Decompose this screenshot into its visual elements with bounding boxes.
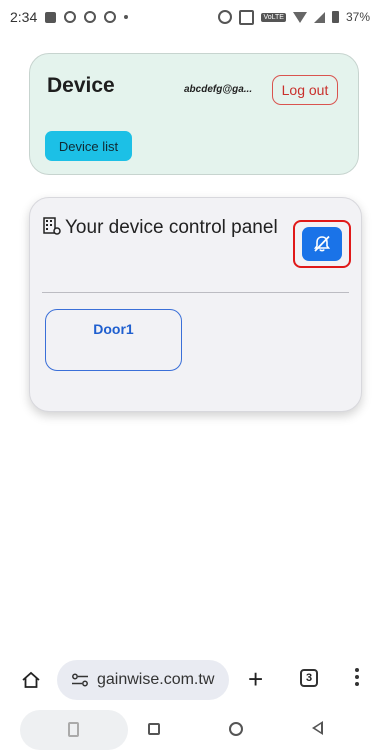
- panel-heading: Your device control panel: [43, 215, 298, 240]
- door-label: Door1: [93, 321, 134, 337]
- battery-icon: [331, 11, 339, 23]
- panel-heading-text: Your device control panel: [65, 217, 278, 238]
- nfc-icon: [239, 9, 255, 25]
- wifi-icon: [292, 11, 307, 23]
- signal-icon: [313, 11, 325, 23]
- back-icon[interactable]: [312, 721, 323, 735]
- browser-toolbar: gainwise.com.tw + 3: [0, 654, 380, 706]
- chrome-notification-icon-3: [104, 11, 117, 23]
- home-icon[interactable]: [21, 670, 41, 690]
- page-title: Device: [47, 74, 115, 97]
- status-right: VoLTE 37%: [218, 9, 370, 25]
- chrome-notification-icon: [64, 11, 77, 23]
- alarm-icon: [218, 10, 233, 24]
- url-text: gainwise.com.tw: [97, 671, 215, 688]
- panel-divider: [42, 292, 349, 293]
- logout-button[interactable]: Log out: [272, 75, 338, 105]
- address-bar[interactable]: gainwise.com.tw: [57, 660, 229, 700]
- gallery-notification-icon: [45, 11, 57, 23]
- phone-screen: 2:34 VoLTE 37% Device abcdefg@ga... Log …: [0, 0, 380, 753]
- volte-icon: VoLTE: [261, 12, 286, 22]
- home-nav-icon[interactable]: [229, 722, 243, 736]
- user-email: abcdefg@ga...: [184, 84, 253, 95]
- more-notifications-icon: [124, 15, 129, 19]
- status-left: 2:34: [10, 9, 129, 25]
- control-panel-card: Your device control panel Door1: [29, 197, 362, 412]
- new-tab-icon[interactable]: +: [248, 665, 263, 693]
- building-icon: [43, 217, 61, 235]
- system-nav-bar: [0, 706, 380, 753]
- site-settings-icon[interactable]: [71, 673, 89, 687]
- notification-toggle-button[interactable]: [302, 227, 342, 261]
- status-bar: 2:34 VoLTE 37%: [0, 0, 380, 34]
- device-list-button[interactable]: Device list: [45, 131, 132, 161]
- bell-off-icon: [313, 235, 331, 252]
- recents-icon[interactable]: [148, 723, 160, 735]
- device-header-card: Device abcdefg@ga... Log out Device list: [29, 53, 359, 175]
- status-time: 2:34: [10, 9, 38, 25]
- battery-percent: 37%: [345, 10, 370, 24]
- door-button-door1[interactable]: Door1: [45, 309, 182, 371]
- chrome-notification-icon-2: [84, 11, 97, 23]
- phone-app-icon: [68, 722, 79, 737]
- tab-switcher-button[interactable]: 3: [300, 669, 318, 687]
- more-menu-icon[interactable]: [355, 668, 359, 688]
- recent-app-pill[interactable]: [20, 710, 128, 750]
